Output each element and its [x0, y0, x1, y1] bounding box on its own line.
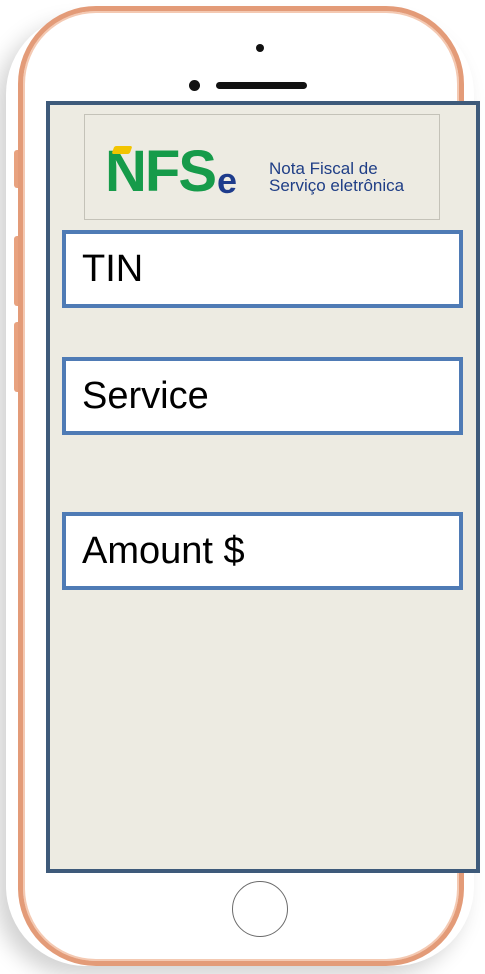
service-field-label: Service	[82, 374, 209, 417]
mockup-stage: N F S e Nota Fiscal de Serviço eletrônic…	[0, 0, 485, 974]
earpiece-speaker	[216, 82, 307, 89]
logo-letter-f: F	[144, 139, 180, 204]
logo-letter-s: S	[178, 139, 217, 204]
tin-field-label: TIN	[82, 247, 144, 290]
tin-field[interactable]: TIN	[62, 230, 463, 308]
proximity-sensor-icon	[189, 80, 200, 91]
logo-letter-n: N	[105, 139, 147, 204]
amount-field-label: Amount $	[82, 529, 245, 572]
nfse-logo-mark: N F S e	[105, 131, 237, 201]
logo-tagline: Nota Fiscal de Serviço eletrônica	[269, 160, 404, 194]
amount-field[interactable]: Amount $	[62, 512, 463, 590]
service-field[interactable]: Service	[62, 357, 463, 435]
front-camera-icon	[256, 44, 264, 52]
home-button[interactable]	[232, 881, 288, 937]
logo-tagline-line1: Nota Fiscal de	[269, 159, 378, 178]
nfse-logo: N F S e Nota Fiscal de Serviço eletrônic…	[84, 114, 440, 220]
logo-tagline-line2: Serviço eletrônica	[269, 176, 405, 195]
logo-letter-e: e	[217, 160, 238, 201]
